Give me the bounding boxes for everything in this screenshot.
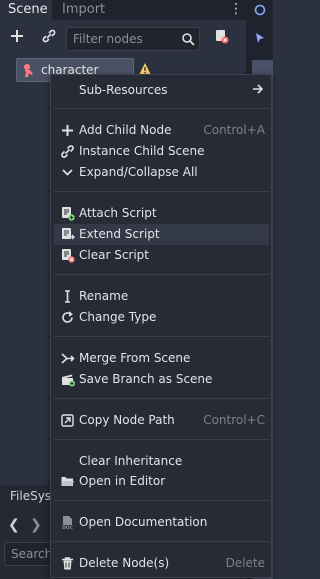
arrow-right-icon <box>253 84 264 94</box>
search-icon <box>182 33 195 46</box>
menu-item-add-child-node[interactable]: Add Child Node Control+A <box>54 120 269 141</box>
instance-scene-button[interactable] <box>38 28 60 50</box>
menu-item-label: Expand/Collapse All <box>79 165 198 179</box>
menu-item-shortcut: Control+A <box>203 123 265 137</box>
menu-item-label: Rename <box>79 289 129 303</box>
text-cursor-icon <box>65 290 70 303</box>
script-add-icon <box>62 207 75 221</box>
svg-text:DOC: DOC <box>62 525 74 530</box>
tab-scene[interactable]: Scene <box>0 0 52 20</box>
menu-item-shortcut: Delete <box>225 556 265 570</box>
chevron-down-icon <box>62 169 73 176</box>
menu-item-delete-nodes[interactable]: Delete Node(s) Delete <box>54 553 269 574</box>
menu-separator <box>54 336 269 337</box>
menu-item-sub-resources[interactable]: Sub-Resources <box>54 80 269 101</box>
menu-item-label: Add Child Node <box>79 123 172 137</box>
chevron-left-icon[interactable]: ❮ <box>8 517 20 533</box>
rotate-icon <box>62 311 73 323</box>
filesystem-search-placeholder: Search <box>11 547 53 561</box>
plus-icon <box>11 30 23 42</box>
menu-separator <box>54 191 269 192</box>
menu-separator <box>54 439 269 440</box>
filesystem-search-field[interactable]: Search <box>4 542 56 566</box>
select-cursor-icon[interactable] <box>254 32 266 44</box>
dock-menu-icon[interactable]: ⋮ <box>229 0 243 20</box>
menu-item-rename[interactable]: Rename <box>54 286 269 307</box>
menu-item-label: Instance Child Scene <box>79 144 205 158</box>
menu-item-extend-script[interactable]: Extend Script <box>54 224 269 245</box>
menu-item-label: Sub-Resources <box>79 83 168 97</box>
add-node-button[interactable] <box>6 28 28 50</box>
menu-item-label: Extend Script <box>79 227 160 241</box>
menu-item-merge-from-scene[interactable]: Merge From Scene <box>54 348 269 369</box>
clapper-icon <box>62 374 75 387</box>
menu-item-instance-child-scene[interactable]: Instance Child Scene <box>54 141 269 162</box>
filter-nodes-field[interactable] <box>66 27 200 51</box>
menu-item-open-in-editor[interactable]: Open in Editor <box>54 471 269 492</box>
link-icon <box>61 145 74 158</box>
filter-nodes-input[interactable] <box>73 31 177 47</box>
doc-icon: DOC <box>61 516 74 530</box>
menu-item-clear-inheritance[interactable]: Clear Inheritance <box>54 451 269 472</box>
script-remove-toolbar-button[interactable] <box>210 28 232 50</box>
tab-filesystem[interactable]: FileSyst <box>10 489 56 503</box>
menu-item-label: Copy Node Path <box>79 413 175 427</box>
menu-item-label: Change Type <box>79 310 157 324</box>
menu-separator <box>54 500 269 501</box>
menu-separator <box>54 108 269 109</box>
circle-tool-icon[interactable] <box>254 4 266 16</box>
menu-item-label: Attach Script <box>79 206 157 220</box>
menu-item-save-branch-as-scene[interactable]: Save Branch as Scene <box>54 369 269 390</box>
menu-separator <box>54 274 269 275</box>
menu-item-attach-script[interactable]: Attach Script <box>54 203 269 224</box>
trash-icon <box>62 557 73 570</box>
menu-item-label: Open in Editor <box>79 474 166 488</box>
menu-item-label: Save Branch as Scene <box>79 372 213 386</box>
merge-icon <box>61 353 75 364</box>
menu-item-copy-node-path[interactable]: Copy Node Path Control+C <box>54 410 269 431</box>
menu-item-label: Open Documentation <box>79 515 208 529</box>
script-remove-icon <box>62 249 75 263</box>
script-extend-icon <box>62 228 75 240</box>
menu-item-clear-script[interactable]: Clear Script <box>54 245 269 266</box>
menu-separator <box>54 541 269 542</box>
node-context-menu: Sub-Resources Add Child Node Control+A I… <box>50 74 272 578</box>
menu-item-shortcut: Control+C <box>203 413 265 427</box>
tab-import[interactable]: Import <box>54 0 113 20</box>
menu-item-label: Clear Script <box>79 248 150 262</box>
menu-separator <box>54 398 269 399</box>
link-icon <box>42 29 56 43</box>
menu-item-label: Delete Node(s) <box>79 556 170 570</box>
script-remove-icon <box>216 30 229 44</box>
folder-open-icon <box>61 477 74 486</box>
kinematic-body-icon <box>24 64 33 77</box>
scene-dock-tabbar: Scene Import ⋮ <box>0 0 246 20</box>
menu-item-change-type[interactable]: Change Type <box>54 307 269 328</box>
chevron-right-icon[interactable]: ❯ <box>30 517 42 533</box>
menu-item-expand-collapse-all[interactable]: Expand/Collapse All <box>54 162 269 183</box>
menu-item-open-documentation[interactable]: DOC Open Documentation <box>54 512 269 533</box>
copy-path-icon <box>61 414 74 427</box>
menu-item-label: Clear Inheritance <box>79 454 183 468</box>
plus-icon <box>62 125 73 136</box>
menu-item-label: Merge From Scene <box>79 351 191 365</box>
